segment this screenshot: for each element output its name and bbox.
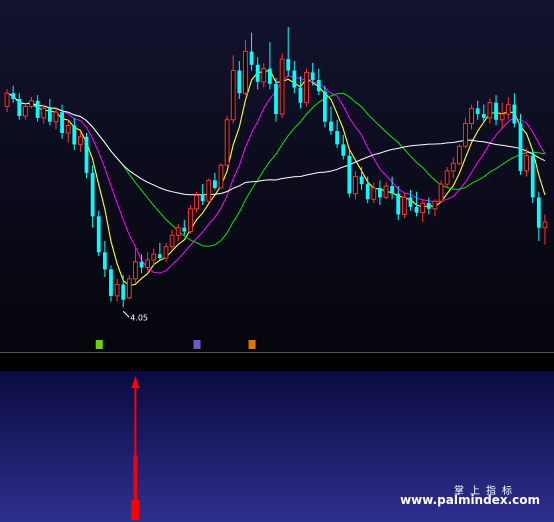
signal-marker: [95, 340, 103, 349]
stock-chart-window: { "chart_data": { "type": "candlestick",…: [0, 0, 554, 522]
signal-marker: [193, 340, 201, 349]
candle: [279, 53, 285, 118]
candle: [188, 204, 193, 234]
candle: [530, 150, 535, 204]
candle: [218, 163, 224, 189]
signal-base: [131, 500, 140, 520]
candle: [401, 193, 407, 219]
candle: [438, 180, 444, 204]
main-panel-background: [0, 0, 554, 352]
candle: [323, 85, 327, 128]
low-price-label: 4.05: [130, 313, 148, 322]
chart-canvas: 4.05: [0, 0, 554, 522]
candle: [456, 144, 462, 166]
watermark-url: www.palmindex.com: [400, 493, 540, 507]
candle: [96, 210, 101, 257]
signal-marker: [248, 340, 256, 349]
candle: [224, 115, 230, 166]
panel-gap: [0, 353, 554, 371]
candle: [206, 178, 212, 204]
candle: [84, 133, 89, 179]
candle: [304, 68, 309, 107]
candle: [347, 150, 352, 198]
candle: [126, 275, 132, 300]
signal-body: [133, 455, 138, 501]
